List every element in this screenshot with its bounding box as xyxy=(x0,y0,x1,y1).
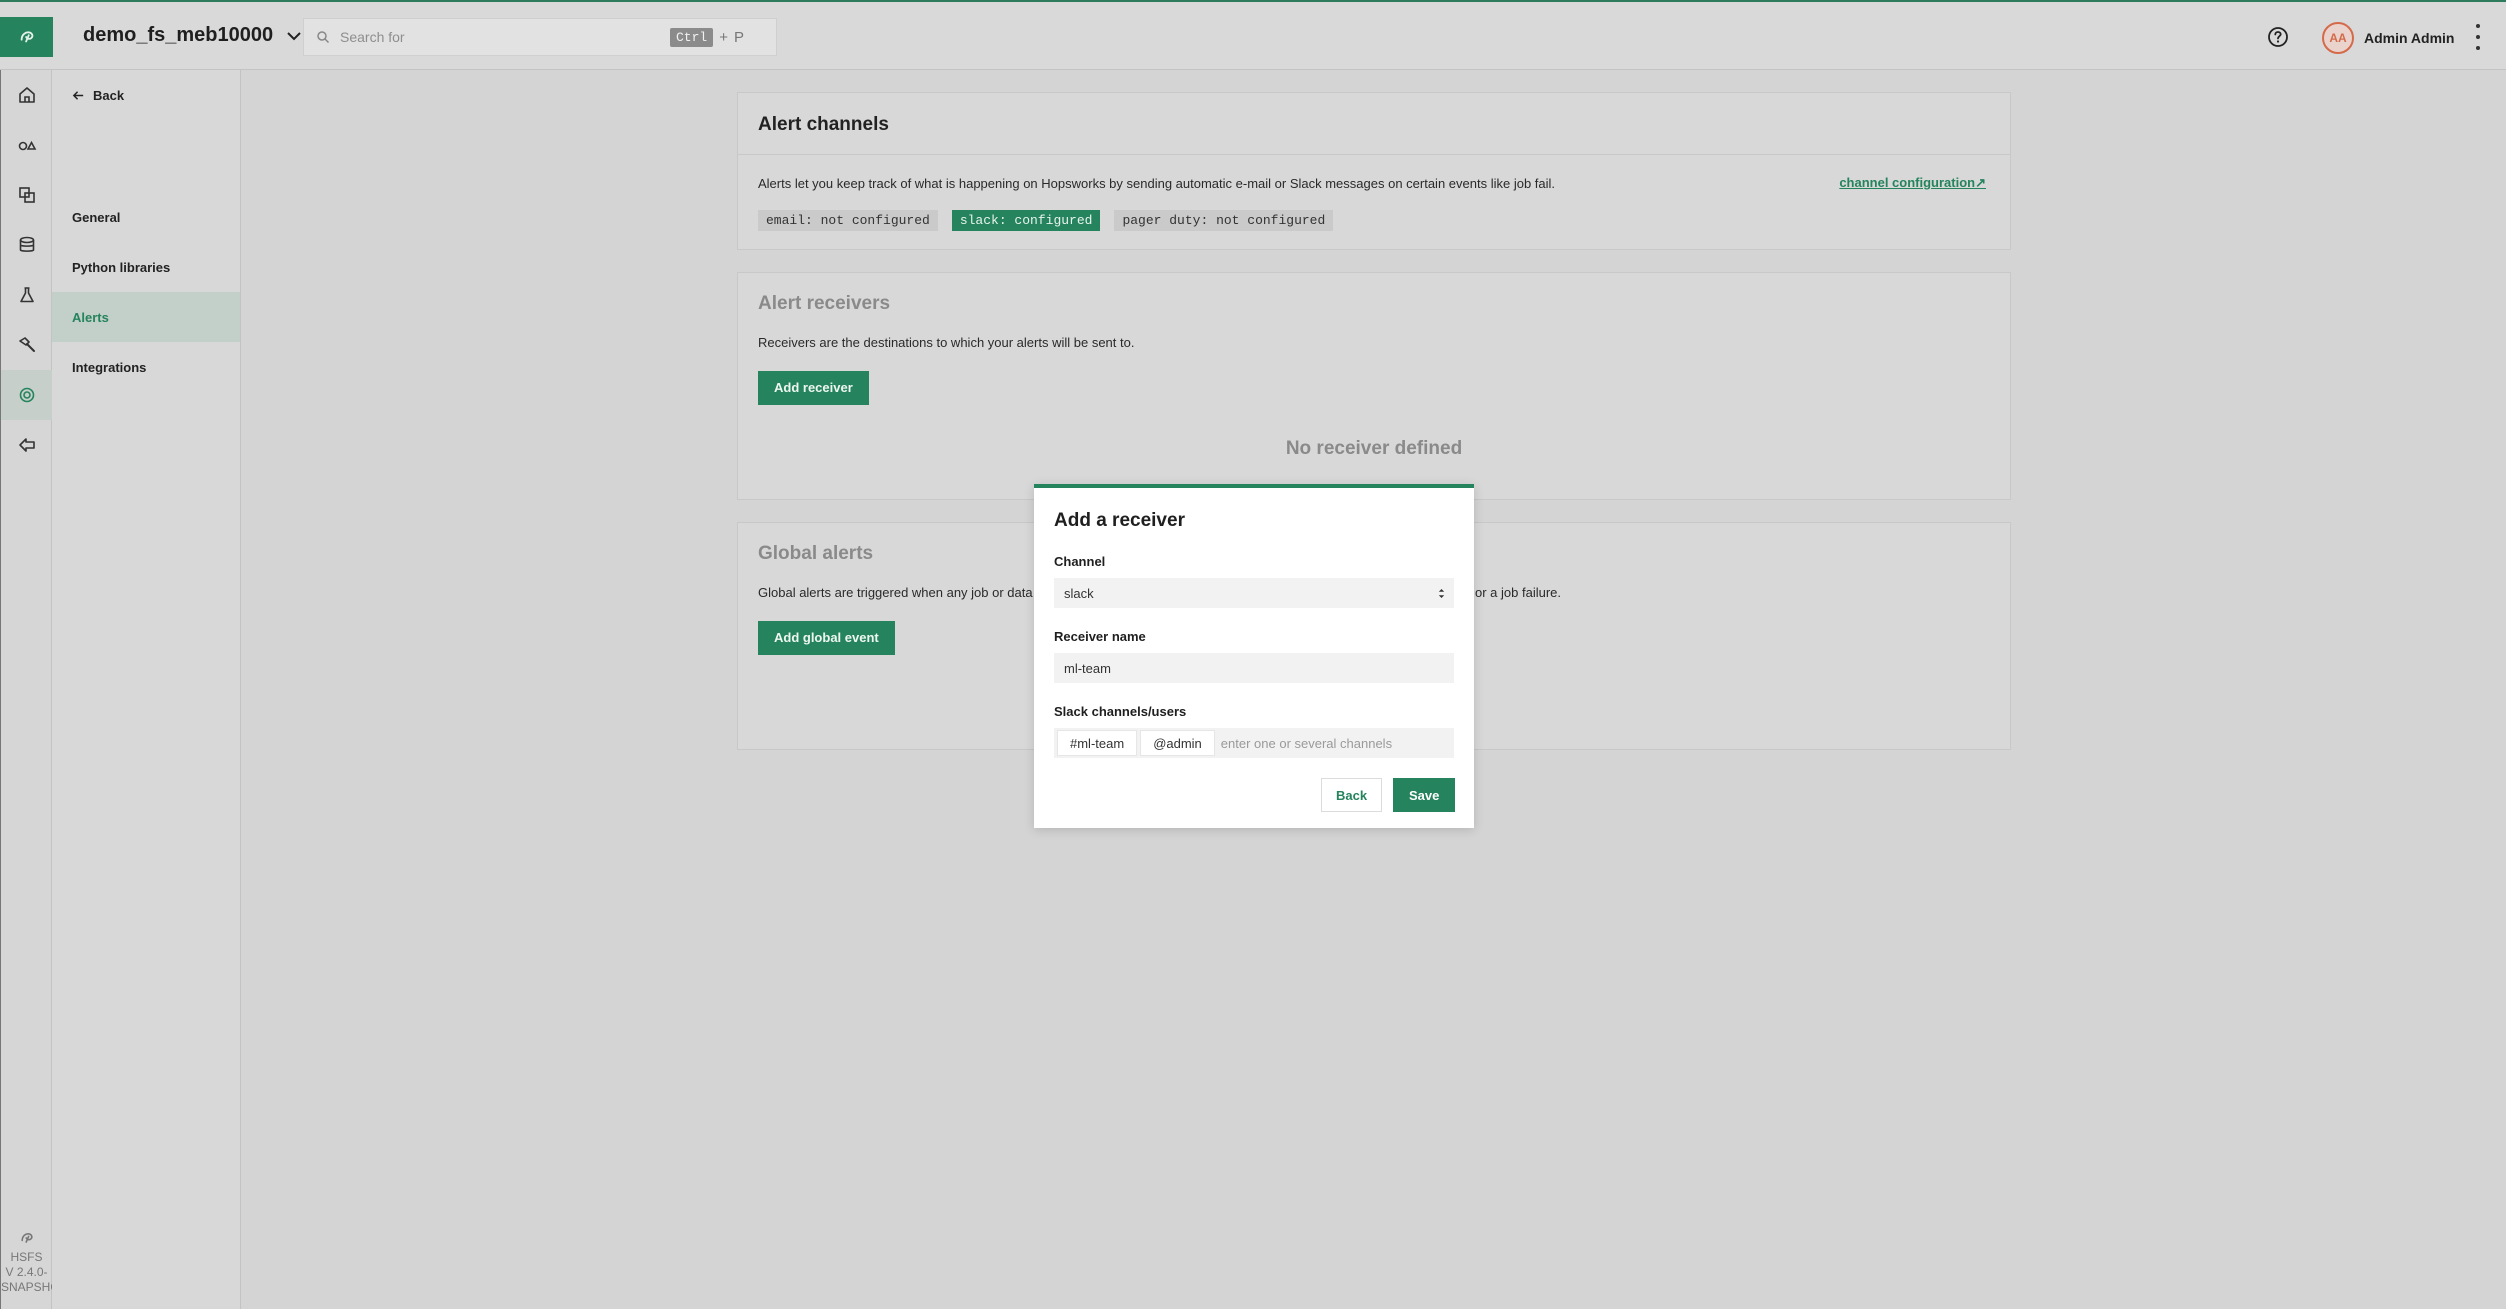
alert-receivers-description: Receivers are the destinations to which … xyxy=(758,335,1135,350)
channel-configuration-link[interactable]: channel configuration↗ xyxy=(1839,175,1986,191)
arrow-left-icon xyxy=(72,91,84,100)
receiver-name-field[interactable]: ml-team xyxy=(1054,653,1454,683)
version-line-3: SNAPSHOT xyxy=(1,1280,52,1294)
slack-status-badge: slack: configured xyxy=(951,210,1101,231)
icon-rail: HSFS V 2.4.0- SNAPSHOT xyxy=(0,70,52,1309)
rail-tools[interactable] xyxy=(1,320,52,370)
flask-icon xyxy=(19,287,34,303)
search-input[interactable] xyxy=(340,29,670,45)
channel-chip[interactable]: @admin xyxy=(1140,730,1215,756)
add-receiver-button[interactable]: Add receiver xyxy=(758,371,869,405)
home-icon xyxy=(18,87,35,103)
channel-chip[interactable]: #ml-team xyxy=(1057,730,1138,756)
sidebar-back-label: Back xyxy=(93,88,125,103)
search-bar[interactable]: Ctrl + P xyxy=(303,18,777,56)
sidebar-item-integrations[interactable]: Integrations xyxy=(52,342,240,392)
slack-channels-field[interactable]: #ml-team @admin xyxy=(1054,728,1454,758)
dialog-title: Add a receiver xyxy=(1054,510,1185,531)
sidebar-item-label: Alerts xyxy=(72,309,109,325)
rail-home[interactable] xyxy=(1,70,52,120)
sidebar-item-label: General xyxy=(72,209,121,225)
add-receiver-dialog: Add a receiver Channel slack Receiver na… xyxy=(1034,484,1474,828)
channel-select[interactable]: slack xyxy=(1054,578,1454,608)
version-line-2: V 2.4.0- xyxy=(5,1265,48,1279)
receiver-name-value: ml-team xyxy=(1064,660,1111,676)
rail-settings[interactable] xyxy=(1,370,52,420)
user-name[interactable]: Admin Admin xyxy=(2364,30,2454,46)
channel-status-tags: email: not configured slack: configured pa… xyxy=(758,210,1347,231)
shortcut-ctrl: Ctrl xyxy=(670,27,714,47)
sidebar-item-label: Integrations xyxy=(72,359,147,375)
channel-label: Channel xyxy=(1054,554,1106,569)
more-options-icon[interactable] xyxy=(2474,24,2482,50)
project-name: demo_fs_meb10000 xyxy=(83,24,274,46)
rail-database[interactable] xyxy=(1,220,52,270)
alert-receivers-title: Alert receivers xyxy=(758,293,891,314)
settings-sidebar: Back General Python libraries Alerts Int… xyxy=(52,70,241,1309)
rail-feature-views[interactable] xyxy=(1,170,52,220)
rail-exit[interactable] xyxy=(1,420,52,470)
version-info: HSFS V 2.4.0- SNAPSHOT xyxy=(1,1230,52,1295)
feature-groups-icon xyxy=(18,140,36,151)
channel-select-value: slack xyxy=(1064,585,1094,601)
help-icon[interactable] xyxy=(2267,26,2289,48)
alert-channels-title: Alert channels xyxy=(758,114,889,135)
alert-channels-card: Alert channels Alerts let you keep track… xyxy=(737,92,2011,250)
receiver-name-label: Receiver name xyxy=(1054,629,1146,644)
sidebar-item-general[interactable]: General xyxy=(52,192,240,242)
hopsworks-logo-icon[interactable] xyxy=(0,17,53,57)
user-avatar[interactable]: AA xyxy=(2322,22,2354,54)
slack-channels-label: Slack channels/users xyxy=(1054,704,1187,719)
top-bar: demo_fs_meb10000 Ctrl + P AA Admin Admin xyxy=(0,0,2506,70)
alert-receivers-card: Alert receivers Receivers are the destin… xyxy=(737,272,2011,500)
sidebar-back-link[interactable]: Back xyxy=(72,88,124,103)
save-button[interactable]: Save xyxy=(1393,778,1456,812)
slack-channels-input[interactable] xyxy=(1220,735,1421,751)
shortcut-plus: + xyxy=(719,28,728,46)
select-arrows-icon xyxy=(1438,588,1445,598)
sidebar-item-label: Python libraries xyxy=(72,259,171,275)
shortcut-key: P xyxy=(733,28,744,46)
add-global-event-button[interactable]: Add global event xyxy=(758,621,895,655)
search-icon xyxy=(317,31,330,44)
global-alerts-description-left: Global alerts are triggered when any job… xyxy=(758,585,1033,600)
pagerduty-status-badge: pager duty: not configured xyxy=(1114,210,1334,231)
no-receiver-text: No receiver defined xyxy=(1285,438,1463,459)
database-icon xyxy=(19,236,34,252)
hammer-icon xyxy=(18,337,35,352)
sidebar-item-python-libraries[interactable]: Python libraries xyxy=(52,242,240,292)
feature-views-icon xyxy=(18,187,35,203)
email-status-badge: email: not configured xyxy=(758,210,938,231)
hopsworks-small-logo-icon xyxy=(20,1233,33,1243)
rail-experiments[interactable] xyxy=(1,270,52,320)
version-line-1: HSFS xyxy=(10,1250,43,1264)
rail-feature-groups[interactable] xyxy=(1,120,52,170)
exit-icon xyxy=(18,438,35,452)
settings-icon xyxy=(19,387,34,403)
project-selector[interactable]: demo_fs_meb10000 xyxy=(83,24,303,47)
alert-channels-description: Alerts let you keep track of what is hap… xyxy=(758,176,1556,191)
chevron-down-icon xyxy=(287,31,301,40)
sidebar-item-alerts[interactable]: Alerts xyxy=(52,292,240,342)
back-button[interactable]: Back xyxy=(1321,778,1383,812)
global-alerts-title: Global alerts xyxy=(758,543,874,564)
global-alerts-description-right: or a job failure. xyxy=(1475,585,1561,600)
